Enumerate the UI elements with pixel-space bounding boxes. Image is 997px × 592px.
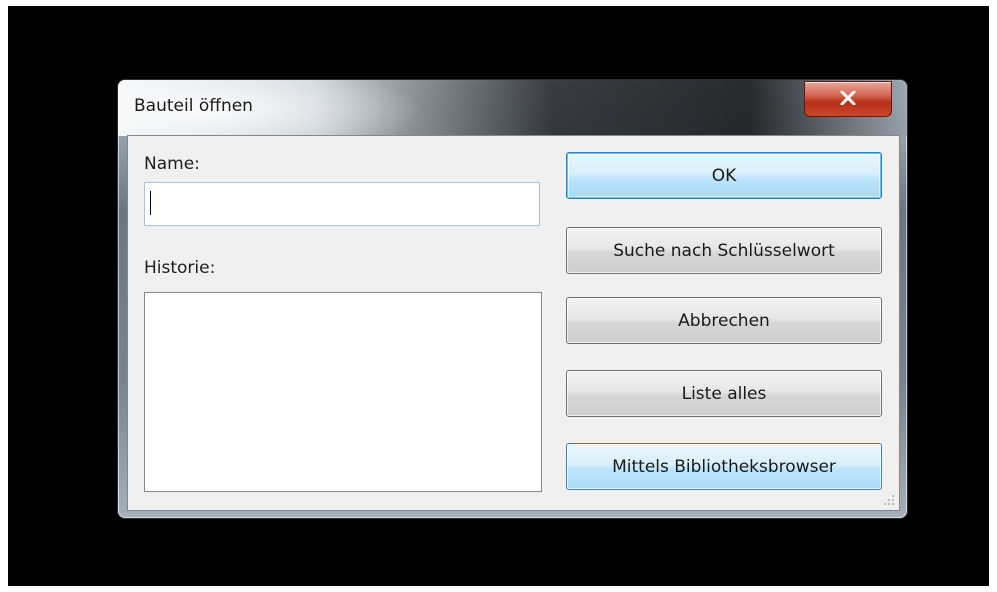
resize-grip-icon[interactable] [883,494,895,506]
history-list[interactable] [144,292,542,492]
name-label: Name: [144,154,200,174]
title-bar[interactable]: Bauteil öffnen [118,80,907,136]
name-input[interactable] [144,182,540,226]
library-browser-button[interactable]: Mittels Bibliotheksbrowser [566,443,882,490]
keyword-search-button[interactable]: Suche nach Schlüsselwort [566,227,882,274]
text-caret [150,191,151,215]
list-all-button[interactable]: Liste alles [566,370,882,417]
close-icon [840,91,856,105]
window-title: Bauteil öffnen [134,96,253,116]
cancel-button[interactable]: Abbrechen [566,297,882,344]
dialog-content: Name: Historie: OK Suche nach Schlüsselw… [127,135,900,511]
close-button[interactable] [804,81,892,117]
open-part-dialog: Bauteil öffnen Name: Historie: OK Suche … [118,80,907,518]
history-label: Historie: [144,258,216,278]
ok-button[interactable]: OK [566,152,882,199]
